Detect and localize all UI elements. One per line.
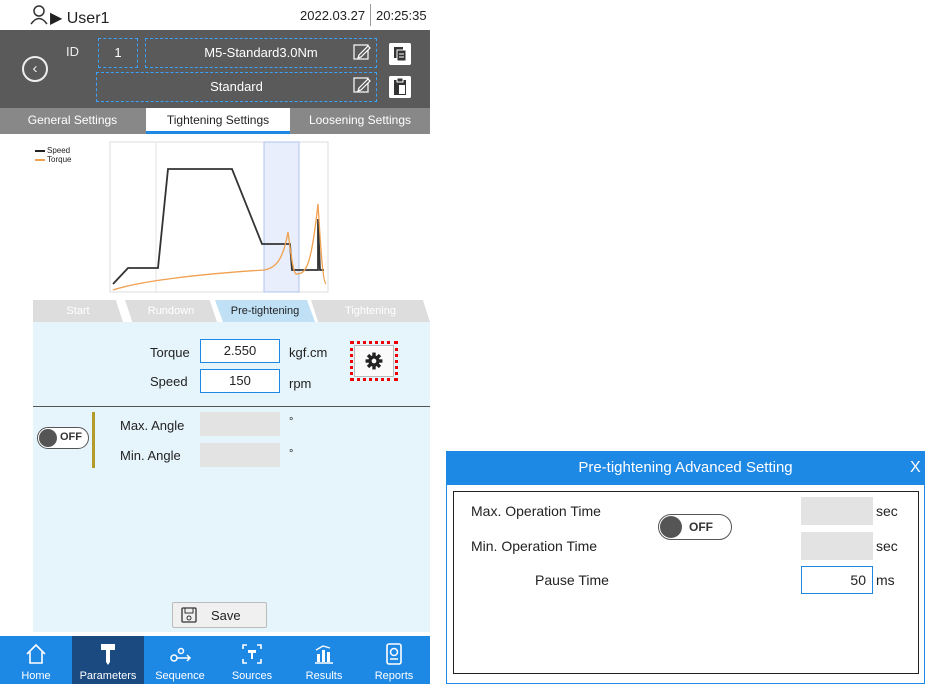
edit-icon[interactable] bbox=[352, 75, 372, 95]
group-marker bbox=[92, 412, 95, 468]
step-tightening[interactable]: Tightening bbox=[311, 300, 430, 322]
nav-label: Results bbox=[305, 670, 343, 682]
edit-icon[interactable] bbox=[352, 42, 372, 62]
nav-label: Reports bbox=[374, 670, 414, 682]
min-operation-time-input[interactable] bbox=[801, 532, 873, 560]
min-operation-time-unit: sec bbox=[876, 538, 898, 554]
angle-limit-toggle[interactable]: OFF bbox=[37, 427, 89, 449]
date-display: 2022.03.27 bbox=[300, 8, 366, 23]
speed-unit: rpm bbox=[289, 376, 312, 391]
sequence-icon bbox=[170, 647, 192, 662]
speed-input[interactable]: 150 bbox=[200, 369, 280, 393]
description-field[interactable]: Standard bbox=[96, 72, 377, 102]
nav-sequence[interactable]: Sequence bbox=[144, 636, 216, 684]
divider bbox=[370, 4, 371, 26]
nav-parameters[interactable]: Parameters bbox=[72, 636, 144, 684]
max-angle-unit: ° bbox=[289, 416, 294, 428]
speed-torque-profile-chart bbox=[109, 141, 329, 293]
user-name[interactable]: ▶ User1 bbox=[50, 8, 109, 28]
step-start[interactable]: Start bbox=[33, 300, 123, 322]
toggle-state: OFF bbox=[689, 520, 713, 534]
max-operation-time-unit: sec bbox=[876, 503, 898, 519]
speed-label: Speed bbox=[150, 374, 188, 389]
torque-label: Torque bbox=[150, 345, 190, 360]
max-angle-input[interactable] bbox=[200, 412, 280, 436]
reports-icon bbox=[386, 643, 402, 665]
id-label: ID bbox=[66, 44, 79, 59]
nav-home[interactable]: Home bbox=[0, 636, 72, 684]
sources-icon bbox=[242, 644, 262, 664]
step-tabs: Start Rundown Pre-tightening Tightening bbox=[33, 300, 430, 322]
paste-icon[interactable] bbox=[389, 76, 411, 98]
pause-time-label: Pause Time bbox=[535, 572, 609, 588]
nav-label: Sequence bbox=[155, 670, 205, 682]
screw-icon bbox=[101, 644, 115, 665]
nav-sources[interactable]: Sources bbox=[216, 636, 288, 684]
save-icon bbox=[181, 607, 197, 623]
nav-label: Home bbox=[21, 670, 51, 682]
id-field[interactable]: 1 bbox=[98, 38, 138, 68]
min-angle-input[interactable] bbox=[200, 443, 280, 467]
results-icon bbox=[315, 645, 333, 664]
parameter-name-field[interactable]: M5-Standard3.0Nm bbox=[145, 38, 377, 68]
operation-time-toggle[interactable]: OFF bbox=[658, 514, 732, 540]
back-button[interactable]: ‹ bbox=[22, 56, 48, 82]
nav-label: Sources bbox=[231, 670, 273, 682]
toggle-knob bbox=[660, 516, 682, 538]
section-divider bbox=[33, 406, 430, 407]
tab-general-settings[interactable]: General Settings bbox=[0, 108, 145, 134]
gear-icon[interactable] bbox=[350, 341, 398, 381]
torque-input[interactable]: 2.550 bbox=[200, 339, 280, 363]
max-angle-label: Max. Angle bbox=[120, 418, 185, 433]
step-rundown[interactable]: Rundown bbox=[125, 300, 217, 322]
copy-icon[interactable] bbox=[389, 43, 411, 65]
toggle-knob bbox=[39, 429, 57, 447]
pause-time-unit: ms bbox=[876, 572, 895, 588]
close-button[interactable]: X bbox=[910, 459, 921, 477]
max-operation-time-label: Max. Operation Time bbox=[471, 503, 601, 519]
pause-time-input[interactable]: 50 bbox=[801, 566, 873, 594]
tab-loosening-settings[interactable]: Loosening Settings bbox=[290, 108, 430, 134]
tab-tightening-settings[interactable]: Tightening Settings bbox=[146, 108, 290, 134]
time-display: 20:25:35 bbox=[376, 8, 427, 23]
user-icon[interactable] bbox=[30, 5, 48, 25]
min-angle-unit: ° bbox=[289, 448, 294, 460]
settings-tabs: General Settings Tightening Settings Loo… bbox=[0, 108, 430, 134]
bottom-navigation: Home Parameters Sequence Sources Results… bbox=[0, 636, 430, 684]
dialog-title: Pre-tightening Advanced Setting bbox=[578, 459, 793, 476]
save-button[interactable]: Save bbox=[172, 602, 267, 628]
nav-results[interactable]: Results bbox=[288, 636, 360, 684]
toggle-state: OFF bbox=[60, 431, 82, 443]
torque-unit: kgf.cm bbox=[289, 345, 328, 360]
step-pre-tightening[interactable]: Pre-tightening bbox=[215, 300, 315, 322]
min-operation-time-label: Min. Operation Time bbox=[471, 538, 598, 554]
min-angle-label: Min. Angle bbox=[120, 448, 181, 463]
user-label: User1 bbox=[66, 10, 110, 27]
nav-label: Parameters bbox=[79, 670, 137, 682]
save-label: Save bbox=[211, 608, 241, 623]
nav-reports[interactable]: Reports bbox=[358, 636, 430, 684]
max-operation-time-input[interactable] bbox=[801, 497, 873, 525]
home-icon bbox=[26, 643, 46, 664]
